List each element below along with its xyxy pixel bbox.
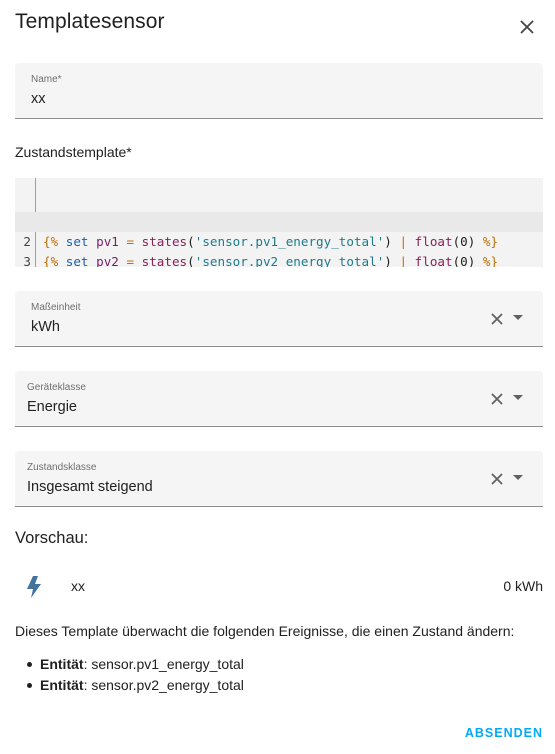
unit-field-label: Maßeinheit [31, 302, 81, 313]
clear-icon[interactable] [489, 391, 505, 407]
flash-icon [27, 576, 41, 598]
name-field-value[interactable]: xx [31, 91, 46, 107]
device-class-field-label: Geräteklasse [27, 382, 86, 393]
chevron-down-icon[interactable] [513, 395, 523, 400]
clear-icon[interactable] [489, 311, 505, 327]
name-field-label: Name* [31, 74, 62, 85]
code-line[interactable]: 1 {% set pv1 = states('sensor.pv1_energy… [15, 192, 543, 249]
state-class-field-value[interactable]: Insgesamt steigend [27, 479, 153, 495]
preview-entity-state: 0 kWh [503, 578, 543, 594]
state-class-field-label: Zustandsklasse [27, 462, 97, 473]
entity-list: Entität: sensor.pv1_energy_total Entität… [27, 655, 244, 697]
unit-field[interactable]: Maßeinheit kWh [15, 291, 543, 347]
code-text[interactable]: {% set pv2 = states('sensor.pv2_energy_t… [43, 252, 498, 267]
dialog-title: Templatesensor [15, 10, 165, 33]
template-info-text: Dieses Template überwacht die folgenden … [15, 623, 515, 639]
list-item: Entität: sensor.pv1_energy_total [27, 655, 244, 676]
chevron-down-icon[interactable] [513, 475, 523, 480]
state-class-field[interactable]: Zustandsklasse Insgesamt steigend [15, 451, 543, 507]
template-editor[interactable]: 1 {% set pv1 = states('sensor.pv1_energy… [15, 178, 543, 267]
code-line[interactable]: 3 {{ pv1 + pv2 }} [15, 232, 543, 267]
preview-entity-name: xx [71, 578, 85, 594]
device-class-field-value[interactable]: Energie [27, 399, 77, 415]
chevron-down-icon[interactable] [513, 315, 523, 320]
entity-label: Entität [40, 677, 84, 693]
entity-value: : sensor.pv2_energy_total [83, 677, 244, 693]
clear-icon[interactable] [489, 471, 505, 487]
name-field[interactable]: Name* xx [15, 63, 543, 119]
entity-value: : sensor.pv1_energy_total [83, 656, 244, 672]
close-icon[interactable] [519, 19, 535, 35]
close-button[interactable] [513, 13, 541, 41]
submit-button[interactable]: ABSENDEN [465, 726, 543, 740]
unit-field-value[interactable]: kWh [31, 319, 60, 335]
list-item: Entität: sensor.pv2_energy_total [27, 676, 244, 697]
preview-heading: Vorschau: [15, 529, 89, 547]
entity-label: Entität [40, 656, 84, 672]
template-label: Zustandstemplate* [15, 144, 132, 160]
line-number: 3 [23, 254, 31, 267]
device-class-field[interactable]: Geräteklasse Energie [15, 371, 543, 427]
code-line[interactable]: 2 {% set pv2 = states('sensor.pv2_energy… [15, 212, 543, 267]
